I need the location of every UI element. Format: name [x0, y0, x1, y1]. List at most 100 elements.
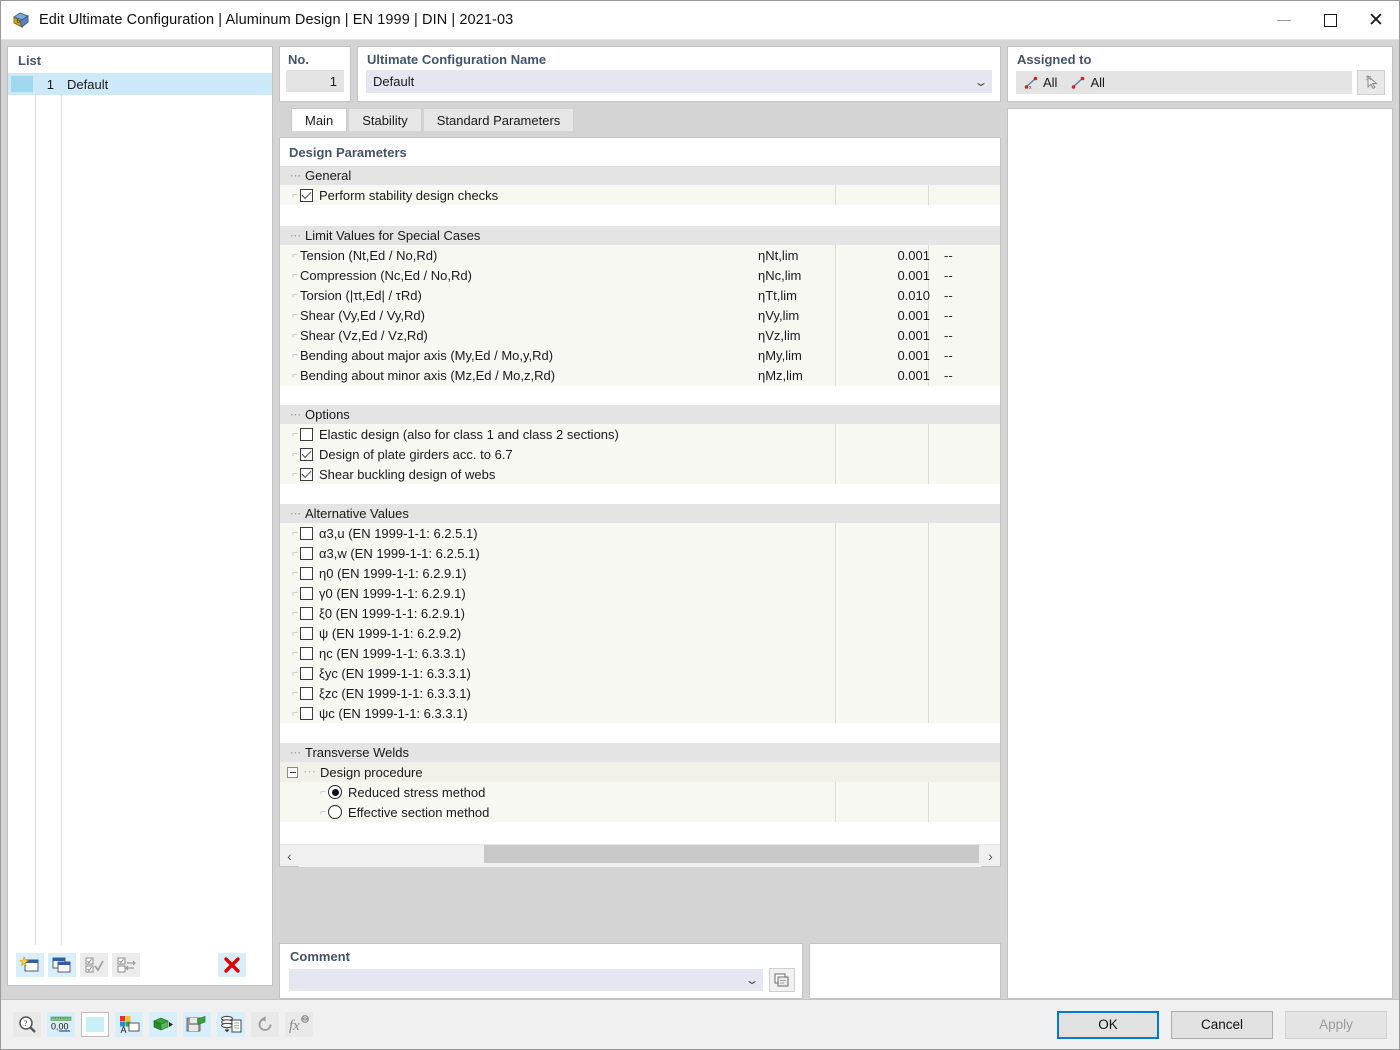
comment-input[interactable]: ⌄ — [289, 969, 763, 991]
design-procedure-group-row[interactable]: ⋯ Design procedure — [280, 762, 1000, 782]
radio-reduced-stress-method[interactable] — [328, 785, 342, 799]
table-row[interactable]: ⌐γ0 (EN 1999-1-1: 6.2.9.1) — [280, 583, 1000, 603]
table-row[interactable]: ⌐ξyc (EN 1999-1-1: 6.3.3.1) — [280, 663, 1000, 683]
scroll-right-arrow-icon[interactable]: › — [981, 848, 1000, 864]
tree-guide-icon: ⌐ — [314, 787, 328, 798]
horizontal-scrollbar[interactable]: ‹ › — [280, 844, 1000, 866]
help-button[interactable]: ? — [13, 1012, 41, 1037]
scrollbar-thumb[interactable] — [484, 845, 979, 863]
table-row[interactable]: ⌐ηc (EN 1999-1-1: 6.3.3.1) — [280, 643, 1000, 663]
import-button[interactable] — [149, 1012, 177, 1037]
table-row[interactable]: ⌐ Bending about minor axis (Mz,Ed / Mo,z… — [280, 365, 1000, 385]
table-row[interactable]: ⌐ψ (EN 1999-1-1: 6.2.9.2) — [280, 623, 1000, 643]
checkbox-psic[interactable] — [300, 707, 313, 720]
assigned-to-field[interactable]: x All All — [1016, 71, 1352, 94]
row-value[interactable]: 0.010 — [846, 288, 930, 303]
checkbox-alpha3w[interactable] — [300, 547, 313, 560]
delete-configuration-button[interactable] — [218, 953, 246, 977]
row-value[interactable]: 0.001 — [846, 368, 930, 383]
row-value[interactable]: 0.001 — [846, 328, 930, 343]
row-value[interactable]: 0.001 — [846, 268, 930, 283]
minimize-button[interactable] — [1261, 1, 1307, 39]
reset-button[interactable] — [251, 1012, 279, 1037]
checkbox-alpha3u[interactable] — [300, 527, 313, 540]
svg-text:A: A — [120, 1025, 126, 1034]
color-button[interactable] — [81, 1012, 109, 1037]
table-row[interactable]: ⌐ Shear (Vz,Ed / Vz,Rd) ηVz,lim 0.001 -- — [280, 325, 1000, 345]
table-row[interactable]: ⌐ Effective section method — [280, 802, 1000, 822]
export-button[interactable] — [183, 1012, 211, 1037]
table-row[interactable]: ⌐ Shear (Vy,Ed / Vy,Rd) ηVy,lim 0.001 -- — [280, 305, 1000, 325]
apply-button[interactable]: Apply — [1285, 1011, 1387, 1039]
row-value[interactable]: 0.001 — [846, 248, 930, 263]
table-row[interactable]: ⌐ Elastic design (also for class 1 and c… — [280, 424, 1000, 444]
table-row[interactable]: ⌐ Tension (Nt,Ed / No,Rd) ηNt,lim 0.001 … — [280, 245, 1000, 265]
formula-button[interactable]: fx — [285, 1012, 313, 1037]
list-item[interactable]: 1 Default — [8, 73, 272, 95]
configuration-name-input[interactable]: Default ⌄ — [366, 70, 992, 93]
section-label: General — [305, 168, 351, 183]
select-objects-button[interactable] — [1357, 70, 1385, 95]
duplicate-configuration-button[interactable] — [48, 953, 76, 977]
tab-stability[interactable]: Stability — [348, 108, 422, 131]
table-row[interactable]: ⌐η0 (EN 1999-1-1: 6.2.9.1) — [280, 563, 1000, 583]
table-row[interactable]: ⌐α3,w (EN 1999-1-1: 6.2.5.1) — [280, 543, 1000, 563]
tree-guide-icon: ⌐ — [280, 668, 300, 679]
select-all-button[interactable] — [80, 953, 108, 977]
radio-effective-section-method[interactable] — [328, 805, 342, 819]
checkbox-design-of-plate-girders[interactable] — [300, 448, 313, 461]
units-button[interactable]: 0,00 — [47, 1012, 75, 1037]
table-row[interactable]: ⌐ Bending about major axis (My,Ed / Mo,y… — [280, 345, 1000, 365]
tree-guide-icon: ⋯ — [290, 229, 301, 242]
table-row[interactable]: ⌐ψc (EN 1999-1-1: 6.3.3.1) — [280, 703, 1000, 723]
checkbox-etac[interactable] — [300, 647, 313, 660]
table-row[interactable]: ⌐ Shear buckling design of webs — [280, 464, 1000, 484]
chevron-down-icon[interactable]: ⌄ — [973, 75, 988, 89]
checkbox-xiyc[interactable] — [300, 667, 313, 680]
row-value[interactable]: 0.001 — [846, 348, 930, 363]
table-row[interactable]: ⌐ξzc (EN 1999-1-1: 6.3.3.1) — [280, 683, 1000, 703]
database-button[interactable] — [217, 1012, 245, 1037]
checkbox-perform-stability-design-checks[interactable] — [300, 189, 313, 202]
checkbox-xi0[interactable] — [300, 607, 313, 620]
comment-label: Comment — [280, 949, 802, 964]
checkbox-xizc[interactable] — [300, 687, 313, 700]
table-row[interactable]: ⌐ξ0 (EN 1999-1-1: 6.2.9.1) — [280, 603, 1000, 623]
new-configuration-button[interactable] — [16, 953, 44, 977]
close-button[interactable]: ✕ — [1353, 1, 1399, 39]
table-row[interactable]: ⌐ Design of plate girders acc. to 6.7 — [280, 444, 1000, 464]
scrollbar-track[interactable] — [299, 845, 981, 867]
chevron-down-icon[interactable]: ⌄ — [744, 973, 759, 987]
table-row[interactable]: ⌐ Reduced stress method — [280, 782, 1000, 802]
comment-library-button[interactable] — [769, 968, 795, 992]
maximize-button[interactable] — [1307, 1, 1353, 39]
tree-guide-icon: ⌐ — [280, 250, 300, 261]
number-field[interactable]: 1 — [286, 70, 344, 92]
cancel-button[interactable]: Cancel — [1171, 1011, 1273, 1039]
checkbox-gamma0[interactable] — [300, 587, 313, 600]
table-row[interactable]: ⌐α3,u (EN 1999-1-1: 6.2.5.1) — [280, 523, 1000, 543]
scroll-left-arrow-icon[interactable]: ‹ — [280, 848, 299, 864]
tab-main[interactable]: Main — [291, 108, 347, 131]
ok-button[interactable]: OK — [1057, 1011, 1159, 1039]
collapse-icon[interactable] — [287, 767, 298, 778]
checkbox-psi[interactable] — [300, 627, 313, 640]
row-label: Shear buckling design of webs — [319, 467, 503, 482]
table-row[interactable]: ⌐ Torsion (|τt,Ed| / τRd) ηΤt,lim 0.010 … — [280, 285, 1000, 305]
configuration-list[interactable]: 1 Default — [8, 73, 272, 945]
list-number-column — [36, 73, 62, 945]
invert-selection-button[interactable] — [112, 953, 140, 977]
checkbox-eta0[interactable] — [300, 567, 313, 580]
checkbox-elastic-design[interactable] — [300, 428, 313, 441]
row-unit: -- — [944, 268, 953, 283]
tab-standard-parameters[interactable]: Standard Parameters — [423, 108, 575, 131]
table-row[interactable]: ⌐ Perform stability design checks — [280, 185, 1000, 205]
table-row[interactable]: ⌐ Compression (Nc,Ed / No,Rd) ηNc,lim 0.… — [280, 265, 1000, 285]
app-icon: 6 — [11, 10, 31, 30]
checkbox-shear-buckling-design-of-webs[interactable] — [300, 468, 313, 481]
display-properties-button[interactable]: A — [115, 1012, 143, 1037]
row-label: Tension (Nt,Ed / No,Rd) — [300, 248, 445, 263]
dialog-window: 6 Edit Ultimate Configuration | Aluminum… — [0, 0, 1400, 1050]
tree-guide-icon: ⌐ — [280, 528, 300, 539]
row-value[interactable]: 0.001 — [846, 308, 930, 323]
